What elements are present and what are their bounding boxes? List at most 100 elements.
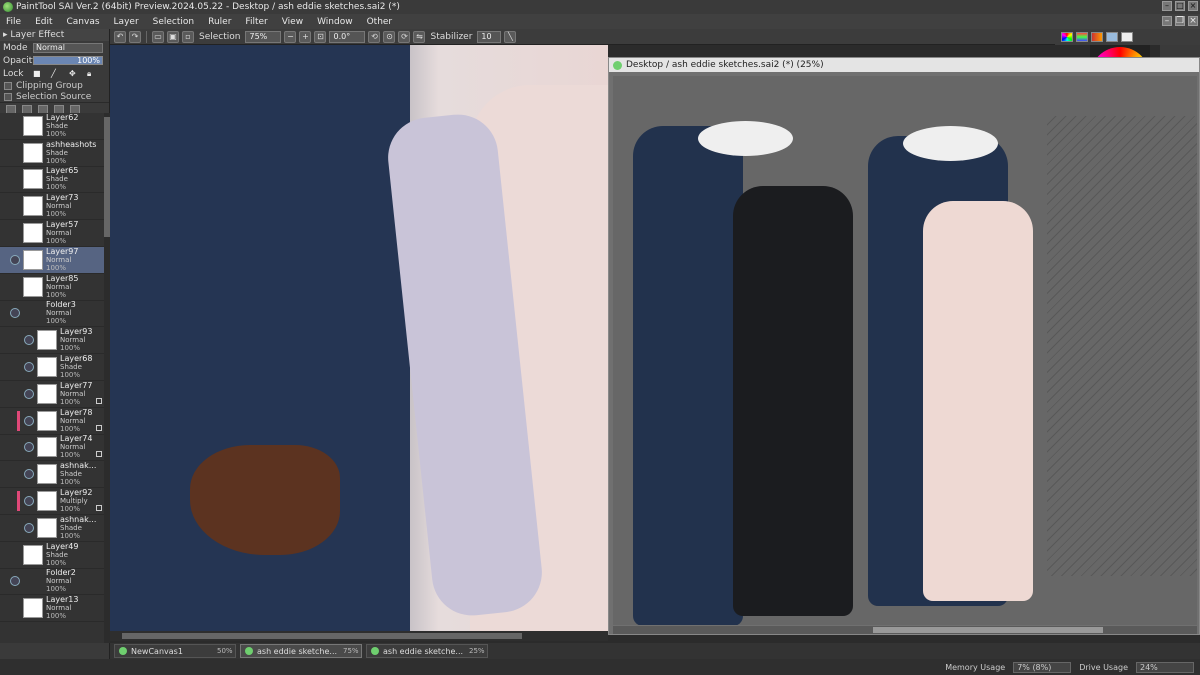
eye-icon[interactable] (10, 550, 20, 560)
layer-meta: Layer68 Shade 100% (60, 355, 92, 380)
lock-move-icon[interactable]: ✥ (69, 69, 77, 78)
layer-row[interactable]: Layer13 Normal 100% (0, 595, 104, 623)
main-canvas-scroll-thumb[interactable] (122, 633, 522, 639)
layer-row[interactable]: Layer78 Normal 100% (0, 408, 104, 435)
eye-icon[interactable] (10, 174, 20, 184)
scratchpad-icon[interactable] (1121, 32, 1133, 42)
menu-filter[interactable]: Filter (245, 17, 267, 27)
doc-close-icon[interactable]: × (1188, 16, 1198, 26)
eye-icon[interactable] (10, 576, 20, 587)
zoom-out-icon[interactable]: − (284, 30, 297, 43)
layer-row[interactable]: Layer62 Shade 100% (0, 113, 104, 140)
selection-source-checkbox[interactable] (4, 92, 12, 101)
layer-row[interactable]: Layer93 Normal 100% (0, 327, 104, 355)
canvas-toolbar: ↶ ↷ ▭ ▣ ▫ Selection 75% − + ⊡ 0.0° ⟲ ⊙ ⟳… (110, 29, 1055, 45)
close-icon[interactable]: × (1188, 1, 1198, 11)
eye-icon[interactable] (10, 228, 20, 238)
eye-icon[interactable] (24, 522, 34, 533)
layer-mode: Shade (46, 175, 68, 184)
folder-icon (23, 571, 43, 591)
main-canvas[interactable] (110, 45, 608, 631)
layer-row[interactable]: Layer73 Normal 100% (0, 193, 104, 221)
layer-row[interactable]: Layer68 Shade 100% (0, 354, 104, 381)
menu-file[interactable]: File (6, 17, 21, 27)
layer-row[interactable]: Layer77 Normal 100% (0, 381, 104, 408)
clipping-group-row[interactable]: Clipping Group (0, 80, 109, 91)
layer-row[interactable]: Layer85 Normal 100% (0, 274, 104, 301)
stabilizer-select[interactable]: 10 (477, 30, 502, 43)
menu-ruler[interactable]: Ruler (208, 17, 231, 27)
menu-canvas[interactable]: Canvas (67, 17, 100, 27)
eye-icon[interactable] (10, 121, 20, 131)
menu-selection[interactable]: Selection (153, 17, 194, 27)
minimize-icon[interactable]: – (1162, 1, 1172, 11)
menu-layer[interactable]: Layer (114, 17, 139, 27)
layer-row[interactable]: Layer65 Shade 100% (0, 167, 104, 194)
eye-icon[interactable] (10, 201, 20, 211)
invert-selection-icon[interactable]: ▣ (167, 30, 179, 43)
eye-icon[interactable] (24, 388, 34, 399)
zoom-field[interactable]: 75% (245, 30, 282, 43)
hsv-slider-icon[interactable] (1091, 32, 1103, 42)
zoom-reset-icon[interactable]: ⊡ (314, 30, 327, 43)
clipping-group-checkbox[interactable] (4, 81, 12, 90)
lock-brush-icon[interactable]: ╱ (51, 69, 59, 78)
rotate-reset-icon[interactable]: ⊙ (383, 30, 396, 43)
tab-ash-eddie-75[interactable]: ash eddie sketche... 75% (240, 644, 362, 658)
menu-window[interactable]: Window (317, 17, 353, 27)
subwindow-titlebar[interactable]: Desktop / ash eddie sketches.sai2 (*) (2… (609, 58, 1199, 72)
subwindow-canvas[interactable] (613, 76, 1197, 625)
eye-icon[interactable] (10, 603, 20, 613)
angle-field[interactable]: 0.0° (329, 30, 366, 43)
eye-icon[interactable] (10, 308, 20, 319)
layer-row[interactable]: Layer74 Normal 100% (0, 435, 104, 462)
layer-row[interactable]: Layer97 Normal 100% (0, 246, 104, 274)
eye-icon[interactable] (10, 282, 20, 292)
straight-line-icon[interactable]: ╲ (504, 30, 517, 43)
subwindow-scroll-thumb[interactable] (873, 627, 1103, 633)
selection-source-row[interactable]: Selection Source (0, 91, 109, 102)
eye-icon[interactable] (10, 254, 20, 265)
layer-row[interactable]: ashnak... Shade 100% (0, 515, 104, 542)
flip-icon[interactable]: ⇋ (413, 30, 426, 43)
layer-row[interactable]: Layer49 Shade 100% (0, 542, 104, 569)
eye-icon[interactable] (24, 415, 34, 426)
lock-icon[interactable]: 🔒︎ (87, 69, 95, 78)
lock-transparency-icon[interactable]: ■ (33, 69, 41, 78)
rgb-slider-icon[interactable] (1076, 32, 1088, 42)
opacity-slider[interactable]: 100% (33, 56, 103, 65)
eye-icon[interactable] (24, 469, 34, 480)
swatches-icon[interactable] (1106, 32, 1118, 42)
doc-minimize-icon[interactable]: – (1162, 16, 1172, 26)
selection-toggle-icon[interactable]: ▫ (182, 30, 194, 43)
zoom-in-icon[interactable]: + (299, 30, 312, 43)
menu-view[interactable]: View (282, 17, 303, 27)
layer-row[interactable]: Layer92 Multiply 100% (0, 488, 104, 515)
tab-newcanvas1[interactable]: NewCanvas1 50% (114, 644, 236, 658)
layer-effect-header[interactable]: ▸ Layer Effect (0, 29, 109, 41)
color-wheel-icon[interactable] (1061, 32, 1073, 42)
mode-select[interactable]: Normal (33, 42, 103, 53)
layer-row[interactable]: Folder3 Normal 100% (0, 301, 104, 328)
main-canvas-scrollbar[interactable] (110, 631, 608, 641)
eye-icon[interactable] (24, 362, 34, 373)
layer-row[interactable]: Folder2 Normal 100% (0, 569, 104, 596)
deselect-icon[interactable]: ▭ (152, 30, 164, 43)
undo-icon[interactable]: ↶ (114, 30, 126, 43)
menu-other[interactable]: Other (367, 17, 393, 27)
doc-restore-icon[interactable]: ❐ (1175, 16, 1185, 26)
rotate-left-icon[interactable]: ⟲ (368, 30, 381, 43)
eye-icon[interactable] (24, 496, 34, 507)
layer-row[interactable]: ashnak... Shade 100% (0, 461, 104, 489)
layer-row[interactable]: Layer57 Normal 100% (0, 220, 104, 247)
menu-edit[interactable]: Edit (35, 17, 52, 27)
eye-icon[interactable] (10, 148, 20, 158)
subwindow-scrollbar[interactable] (613, 626, 1197, 634)
redo-icon[interactable]: ↷ (129, 30, 141, 43)
tab-ash-eddie-25[interactable]: ash eddie sketche... 25% (366, 644, 488, 658)
rotate-right-icon[interactable]: ⟳ (398, 30, 411, 43)
layer-row[interactable]: ashheashots Shade 100% (0, 140, 104, 167)
eye-icon[interactable] (24, 335, 34, 346)
eye-icon[interactable] (24, 442, 34, 453)
maximize-icon[interactable]: □ (1175, 1, 1185, 11)
